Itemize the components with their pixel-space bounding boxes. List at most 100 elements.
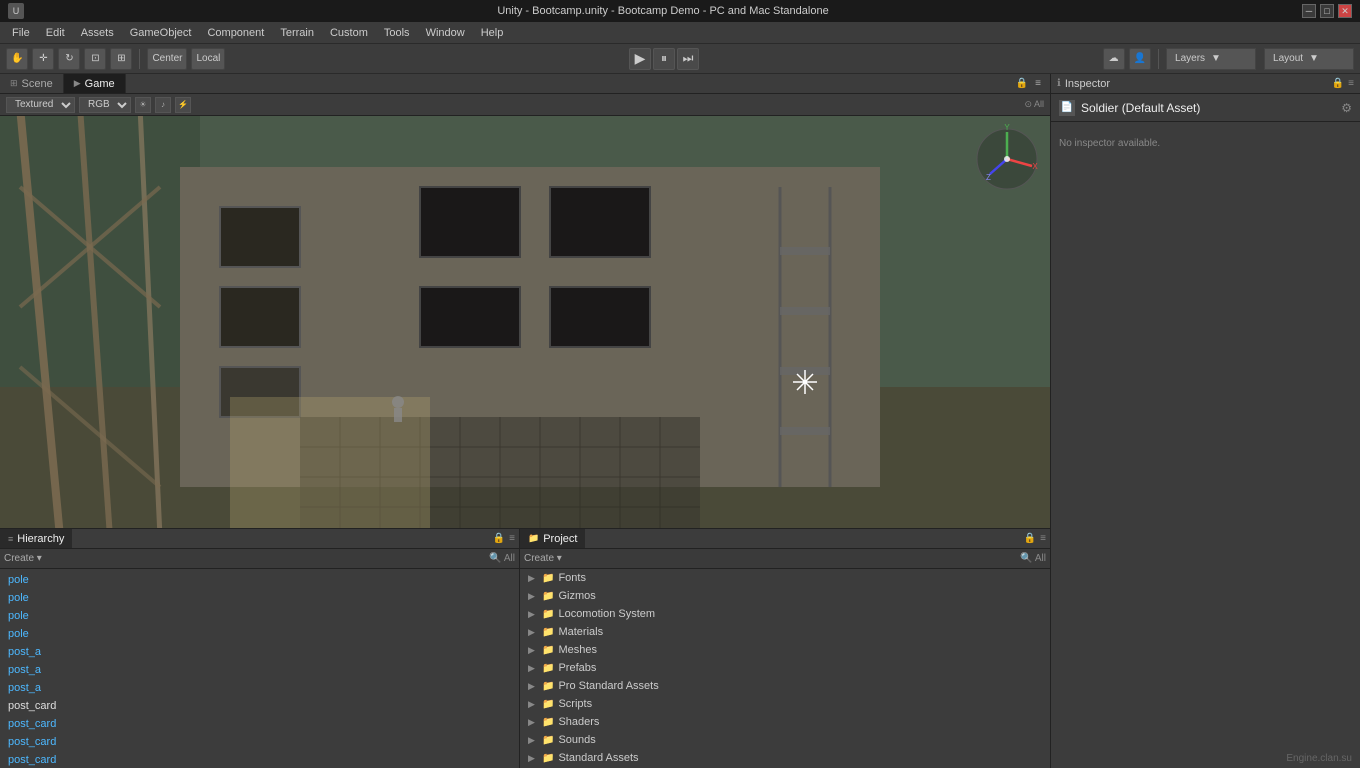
folder-expand-icon: ▶ bbox=[528, 627, 538, 638]
color-space-select[interactable]: RGB bbox=[79, 97, 131, 113]
menu-file[interactable]: File bbox=[4, 25, 38, 41]
fx-gizmo-button[interactable]: ⚡ bbox=[175, 97, 191, 113]
inspector-settings-icon[interactable]: ⚙ bbox=[1341, 101, 1352, 115]
tab-scene[interactable]: ⊞ Scene bbox=[0, 74, 64, 93]
menu-terrain[interactable]: Terrain bbox=[272, 25, 322, 41]
folder-name-label: Prefabs bbox=[558, 662, 596, 674]
center-pivot-button[interactable]: Center bbox=[147, 48, 187, 70]
project-search-icon: 🔍 bbox=[1020, 553, 1032, 564]
hierarchy-list-item[interactable]: post_card bbox=[0, 733, 519, 751]
folder-expand-icon: ▶ bbox=[528, 645, 538, 656]
hand-tool-button[interactable]: ✋ bbox=[6, 48, 28, 70]
cloud-button[interactable]: ☁ bbox=[1103, 48, 1125, 70]
project-content: ▶📁Fonts▶📁Gizmos▶📁Locomotion System▶📁Mate… bbox=[520, 569, 1050, 768]
hierarchy-list-item[interactable]: pole bbox=[0, 571, 519, 589]
folder-icon: 📁 bbox=[542, 609, 554, 620]
folder-icon: 📁 bbox=[542, 753, 554, 764]
hierarchy-list-item[interactable]: post_card bbox=[0, 715, 519, 733]
hierarchy-item-label: pole bbox=[8, 574, 29, 586]
hierarchy-item-label: post_card bbox=[8, 700, 56, 712]
hierarchy-list-item[interactable]: pole bbox=[0, 625, 519, 643]
tab-game[interactable]: ▶ Game bbox=[64, 74, 126, 93]
menu-tools[interactable]: Tools bbox=[376, 25, 418, 41]
hierarchy-item-label: post_card bbox=[8, 736, 56, 748]
scene-viewport[interactable]: Y X Z bbox=[0, 116, 1050, 528]
hierarchy-item-label: post_card bbox=[8, 718, 56, 730]
folder-name-label: Standard Assets bbox=[558, 752, 638, 764]
project-folder-item[interactable]: ▶📁Gizmos bbox=[520, 587, 1050, 605]
menu-window[interactable]: Window bbox=[418, 25, 473, 41]
menu-help[interactable]: Help bbox=[473, 25, 512, 41]
play-button[interactable]: ▶ bbox=[629, 48, 651, 70]
project-folder-item[interactable]: ▶📁Sounds bbox=[520, 731, 1050, 749]
project-menu-icon[interactable]: ≡ bbox=[1040, 533, 1046, 544]
scene-toolbar: Textured RGB ☀ ♪ ⚡ ⊙ All bbox=[0, 94, 1050, 116]
shading-mode-select[interactable]: Textured bbox=[6, 97, 75, 113]
local-global-button[interactable]: Local bbox=[191, 48, 225, 70]
project-create-button[interactable]: Create ▾ bbox=[524, 553, 562, 564]
hierarchy-list-item[interactable]: pole bbox=[0, 589, 519, 607]
project-folder-item[interactable]: ▶📁Fonts bbox=[520, 569, 1050, 587]
hierarchy-content: polepolepolepolepost_apost_apost_apost_c… bbox=[0, 569, 519, 768]
project-folder-item[interactable]: ▶📁Prefabs bbox=[520, 659, 1050, 677]
folder-expand-icon: ▶ bbox=[528, 753, 538, 764]
project-tab-bar: 📁 Project 🔒 ≡ bbox=[520, 529, 1050, 549]
layers-dropdown[interactable]: Layers ▼ bbox=[1166, 48, 1256, 70]
audio-gizmo-button[interactable]: ♪ bbox=[155, 97, 171, 113]
project-folder-item[interactable]: ▶📁Pro Standard Assets bbox=[520, 677, 1050, 695]
menu-gameobject[interactable]: GameObject bbox=[122, 25, 200, 41]
account-button[interactable]: 👤 bbox=[1129, 48, 1151, 70]
menu-component[interactable]: Component bbox=[199, 25, 272, 41]
hierarchy-list-item[interactable]: post_card bbox=[0, 697, 519, 715]
hierarchy-list-item[interactable]: post_a bbox=[0, 679, 519, 697]
hierarchy-list-item[interactable]: post_a bbox=[0, 661, 519, 679]
menu-edit[interactable]: Edit bbox=[38, 25, 73, 41]
scene-more-button[interactable]: ≡ bbox=[1030, 76, 1046, 92]
pause-button[interactable]: ⏸ bbox=[653, 48, 675, 70]
inspector-lock-icon[interactable]: 🔒 bbox=[1332, 78, 1344, 89]
folder-icon: 📁 bbox=[542, 627, 554, 638]
scene-render bbox=[0, 116, 1050, 528]
maximize-button[interactable]: □ bbox=[1320, 4, 1334, 18]
sun-gizmo-button[interactable]: ☀ bbox=[135, 97, 151, 113]
move-tool-button[interactable]: ✛ bbox=[32, 48, 54, 70]
project-folder-item[interactable]: ▶📁Locomotion System bbox=[520, 605, 1050, 623]
tab-inspector[interactable]: ℹ Inspector bbox=[1057, 78, 1110, 90]
project-folder-item[interactable]: ▶📁Materials bbox=[520, 623, 1050, 641]
folder-name-label: Gizmos bbox=[558, 590, 595, 602]
hierarchy-list-item[interactable]: pole bbox=[0, 607, 519, 625]
hierarchy-create-button[interactable]: Create ▾ bbox=[4, 553, 42, 564]
hierarchy-list-item[interactable]: post_card bbox=[0, 751, 519, 768]
hierarchy-menu-icon[interactable]: ≡ bbox=[509, 533, 515, 544]
project-folder-item[interactable]: ▶ 📁 Standard Assets bbox=[520, 749, 1050, 767]
close-button[interactable]: ✕ bbox=[1338, 4, 1352, 18]
search-icon: 🔍 bbox=[489, 553, 501, 564]
project-folder-item[interactable]: ▶📁Scripts bbox=[520, 695, 1050, 713]
scene-toolbar-right: ⊙ All bbox=[1024, 99, 1044, 110]
svg-text:Z: Z bbox=[986, 173, 991, 182]
layout-dropdown[interactable]: Layout ▼ bbox=[1264, 48, 1354, 70]
view-tab-actions: 🔒 ≡ bbox=[1014, 74, 1050, 93]
hierarchy-lock-icon[interactable]: 🔒 bbox=[493, 533, 505, 544]
rect-tool-button[interactable]: ⊞ bbox=[110, 48, 132, 70]
folder-expand-icon: ▶ bbox=[528, 681, 538, 692]
folder-icon: 📁 bbox=[542, 591, 554, 602]
scene-lock-button[interactable]: 🔒 bbox=[1014, 76, 1030, 92]
tab-project[interactable]: 📁 Project bbox=[520, 529, 585, 548]
hierarchy-item-label: post_a bbox=[8, 682, 41, 694]
inspector-menu-icon[interactable]: ≡ bbox=[1348, 78, 1354, 89]
menu-custom[interactable]: Custom bbox=[322, 25, 376, 41]
hierarchy-item-label: post_a bbox=[8, 646, 41, 658]
titlebar: U Unity - Bootcamp.unity - Bootcamp Demo… bbox=[0, 0, 1360, 22]
menu-assets[interactable]: Assets bbox=[73, 25, 122, 41]
rotate-tool-button[interactable]: ↻ bbox=[58, 48, 80, 70]
project-lock-icon[interactable]: 🔒 bbox=[1024, 533, 1036, 544]
tab-hierarchy[interactable]: ≡ Hierarchy bbox=[0, 529, 72, 548]
hierarchy-list-item[interactable]: post_a bbox=[0, 643, 519, 661]
minimize-button[interactable]: ─ bbox=[1302, 4, 1316, 18]
project-folder-item[interactable]: ▶📁Shaders bbox=[520, 713, 1050, 731]
scale-tool-button[interactable]: ⊡ bbox=[84, 48, 106, 70]
folder-name-label: Meshes bbox=[558, 644, 597, 656]
step-button[interactable]: ⏭ bbox=[677, 48, 699, 70]
project-folder-item[interactable]: ▶📁Meshes bbox=[520, 641, 1050, 659]
